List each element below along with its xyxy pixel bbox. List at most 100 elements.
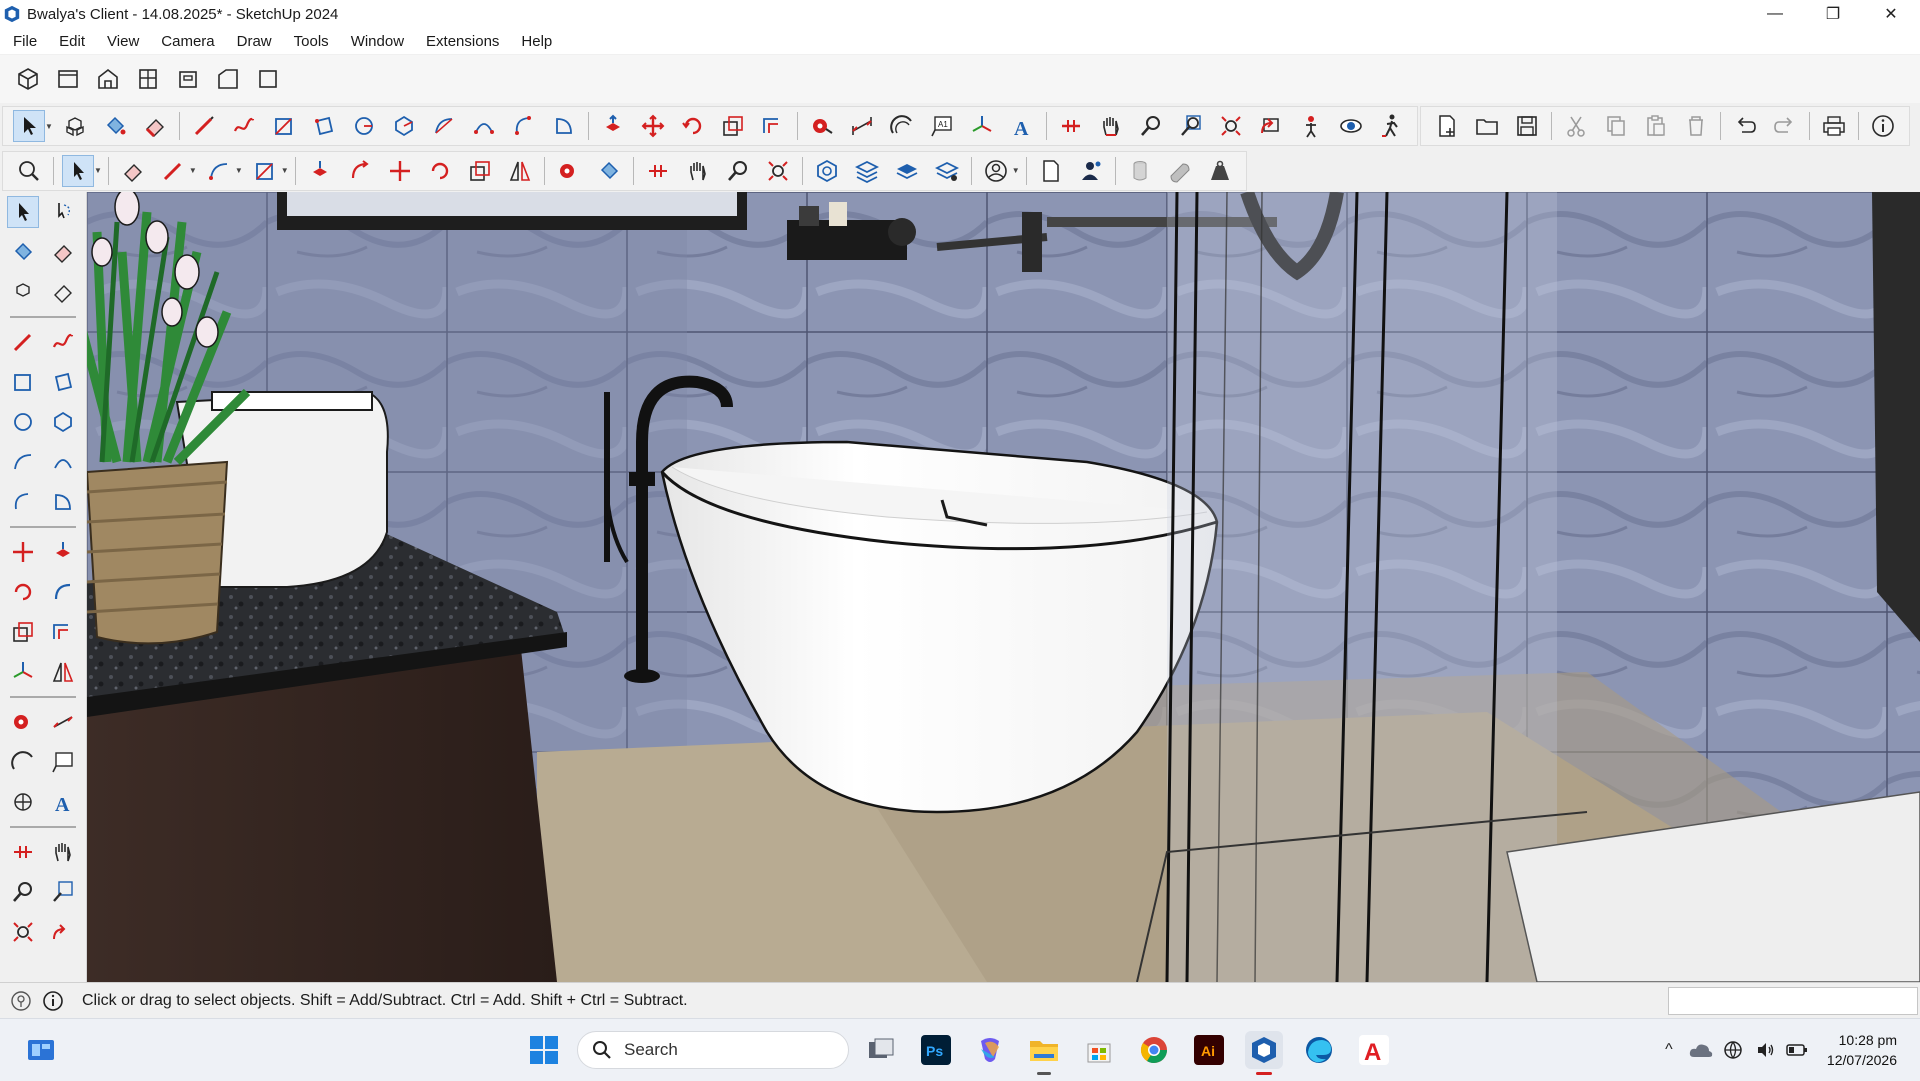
palette-select-icon[interactable]	[7, 196, 39, 228]
network-globe-icon[interactable]	[1721, 1038, 1745, 1062]
arc-dropdown-icon[interactable]: ▼	[235, 166, 243, 175]
geolocation-icon[interactable]	[10, 990, 32, 1012]
eraser-icon[interactable]	[139, 110, 171, 142]
look-around-icon[interactable]	[1335, 110, 1367, 142]
palette-follow-me-icon[interactable]	[47, 576, 79, 608]
palette-3d-text-icon[interactable]: A	[47, 786, 79, 818]
onedrive-cloud-icon[interactable]	[1689, 1038, 1713, 1062]
battery-icon[interactable]	[1785, 1038, 1809, 1062]
rotated-rectangle-icon[interactable]	[308, 110, 340, 142]
volume-icon[interactable]	[1753, 1038, 1777, 1062]
print-icon[interactable]	[1818, 110, 1850, 142]
palette-previous-icon[interactable]	[47, 916, 79, 948]
palette-pie-icon[interactable]	[47, 486, 79, 518]
bottom-view-icon[interactable]	[252, 63, 284, 95]
select-secondary-dropdown-icon[interactable]: ▼	[94, 166, 102, 175]
palette-move-icon[interactable]	[7, 536, 39, 568]
cut-icon[interactable]	[1560, 110, 1592, 142]
menu-edit[interactable]: Edit	[46, 33, 94, 50]
undo-icon[interactable]	[1729, 110, 1761, 142]
model-info-icon[interactable]	[1867, 110, 1899, 142]
tape-secondary-icon[interactable]	[553, 155, 585, 187]
rectangle-tool-icon[interactable]	[268, 110, 300, 142]
menu-help[interactable]: Help	[508, 33, 561, 50]
redo-icon[interactable]	[1769, 110, 1801, 142]
palette-rectangle-icon[interactable]	[7, 366, 39, 398]
palette-pan-icon[interactable]	[47, 836, 79, 868]
palette-three-point-arc-icon[interactable]	[7, 486, 39, 518]
edge-icon[interactable]	[1300, 1031, 1338, 1069]
top-view-icon[interactable]	[52, 63, 84, 95]
copilot-icon[interactable]	[971, 1031, 1009, 1069]
open-folder-icon[interactable]	[1471, 110, 1503, 142]
push-pull-icon[interactable]	[597, 110, 629, 142]
save-icon[interactable]	[1511, 110, 1543, 142]
palette-arc-icon[interactable]	[7, 446, 39, 478]
sketchup-taskbar-icon[interactable]	[1245, 1031, 1283, 1075]
axes-tool-icon[interactable]	[966, 110, 998, 142]
user-profile-icon[interactable]	[1075, 155, 1107, 187]
select-tool-secondary-icon[interactable]	[62, 154, 94, 187]
layout-page-icon[interactable]	[1035, 155, 1067, 187]
copy-icon[interactable]	[1600, 110, 1632, 142]
chevron-up-icon[interactable]: ^	[1657, 1038, 1681, 1062]
rotate-secondary-icon[interactable]	[424, 155, 456, 187]
line-tool-icon[interactable]	[188, 110, 220, 142]
zoom-extents-secondary-icon[interactable]	[762, 155, 794, 187]
shapes-secondary-icon[interactable]	[249, 155, 281, 187]
palette-component-icon[interactable]	[7, 276, 39, 308]
three-point-arc-icon[interactable]	[508, 110, 540, 142]
palette-protractor-icon[interactable]	[7, 746, 39, 778]
palette-two-point-arc-icon[interactable]	[47, 446, 79, 478]
menu-tools[interactable]: Tools	[281, 33, 338, 50]
pie-tool-icon[interactable]	[548, 110, 580, 142]
palette-push-pull-icon[interactable]	[47, 536, 79, 568]
palette-zoom-extents-icon[interactable]	[7, 916, 39, 948]
front-view-icon[interactable]	[92, 63, 124, 95]
zoom-tool-icon[interactable]	[1135, 110, 1167, 142]
pan-tool-icon[interactable]	[1095, 110, 1127, 142]
line-secondary-icon[interactable]	[157, 155, 189, 187]
tape-measure-icon[interactable]	[806, 110, 838, 142]
dimension-tool-icon[interactable]	[846, 110, 878, 142]
palette-rotate-icon[interactable]	[7, 576, 39, 608]
palette-axes2-icon[interactable]	[7, 786, 39, 818]
palette-paint-icon[interactable]	[7, 236, 39, 268]
palette-flip-icon[interactable]	[47, 656, 79, 688]
photoshop-icon[interactable]: Ps	[917, 1031, 955, 1069]
close-button[interactable]: ✕	[1862, 0, 1920, 28]
zoom-secondary-icon[interactable]	[722, 155, 754, 187]
offset-tool-icon[interactable]	[757, 110, 789, 142]
palette-tape-icon[interactable]	[7, 706, 39, 738]
make-component-icon[interactable]	[59, 110, 91, 142]
palette-tag-eraser-icon[interactable]	[47, 276, 79, 308]
palette-lasso-icon[interactable]	[47, 196, 79, 228]
palette-offset-icon[interactable]	[47, 616, 79, 648]
section-plane-icon[interactable]	[1055, 110, 1087, 142]
taskbar-search[interactable]: Search	[577, 1031, 849, 1069]
chrome-icon[interactable]	[1135, 1031, 1173, 1069]
select-dropdown-icon[interactable]: ▼	[45, 122, 53, 131]
tags-settings-icon[interactable]	[931, 155, 963, 187]
soften-edges-icon[interactable]	[1164, 155, 1196, 187]
menu-draw[interactable]: Draw	[224, 33, 281, 50]
polygon-tool-icon[interactable]	[388, 110, 420, 142]
zoom-window-icon[interactable]	[1175, 110, 1207, 142]
move-secondary-icon[interactable]	[384, 155, 416, 187]
microsoft-store-icon[interactable]	[1080, 1031, 1118, 1069]
palette-eraser-icon[interactable]	[47, 236, 79, 268]
model-viewport[interactable]	[87, 192, 1920, 982]
task-view-icon[interactable]	[862, 1031, 900, 1069]
palette-scale-icon[interactable]	[7, 616, 39, 648]
widgets-icon[interactable]	[22, 1031, 60, 1069]
credits-info-icon[interactable]	[42, 990, 64, 1012]
acrobat-icon[interactable]: A	[1355, 1031, 1393, 1069]
right-view-icon[interactable]	[132, 63, 164, 95]
weight-icon[interactable]	[1204, 155, 1236, 187]
file-explorer-icon[interactable]	[1025, 1031, 1063, 1075]
menu-window[interactable]: Window	[338, 33, 413, 50]
flip-tool-icon[interactable]	[504, 155, 536, 187]
palette-axes-icon[interactable]	[7, 656, 39, 688]
left-view-icon[interactable]	[212, 63, 244, 95]
account-icon[interactable]	[980, 155, 1012, 187]
